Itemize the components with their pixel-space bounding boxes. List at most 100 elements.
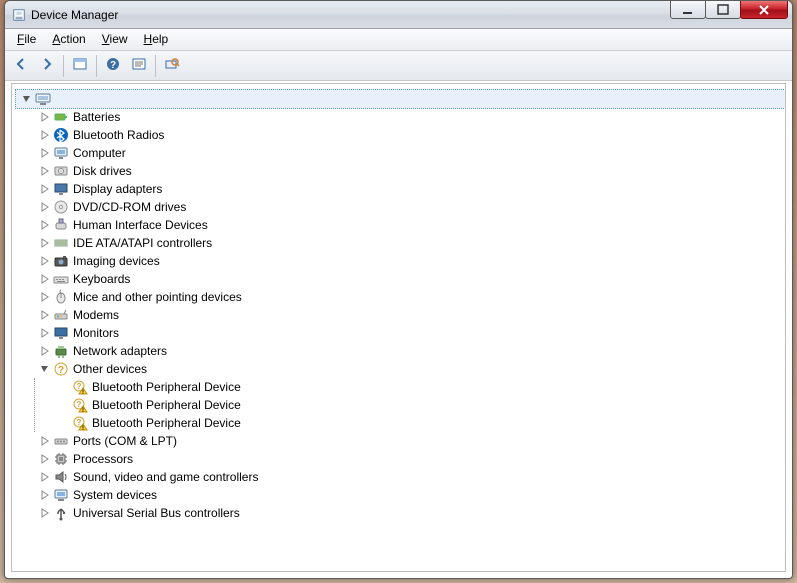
svg-text:?: ? <box>77 382 82 391</box>
tree-item-label: Network adapters <box>73 344 167 358</box>
computer-root-icon <box>35 91 51 107</box>
tree-expander[interactable] <box>38 112 52 122</box>
tree-expander[interactable] <box>38 166 52 176</box>
hid-icon <box>53 217 69 233</box>
tree-item[interactable]: Computer <box>34 144 785 162</box>
tree-item[interactable] <box>16 90 785 108</box>
tree-item-label: Ports (COM & LPT) <box>73 434 177 448</box>
tree-expander[interactable] <box>38 346 52 356</box>
menu-file[interactable]: File <box>9 29 44 50</box>
imaging-icon <box>53 253 69 269</box>
tree-category-imaging: Imaging devices <box>34 252 785 270</box>
tree-item[interactable]: System devices <box>34 486 785 504</box>
tree-expander[interactable] <box>38 238 52 248</box>
tree-expander[interactable] <box>38 292 52 302</box>
tree-item[interactable]: DVD/CD-ROM drives <box>34 198 785 216</box>
tree-item[interactable]: Universal Serial Bus controllers <box>34 504 785 522</box>
tree-expander[interactable] <box>38 274 52 284</box>
tree-category-ports: Ports (COM & LPT) <box>34 432 785 450</box>
tree-category-batteries: Batteries <box>34 108 785 126</box>
titlebar[interactable]: Device Manager <box>5 1 792 29</box>
close-button[interactable] <box>740 0 788 19</box>
tree-item[interactable]: Network adapters <box>34 342 785 360</box>
forward-button[interactable] <box>35 54 59 78</box>
disk-icon <box>53 163 69 179</box>
toolbar-separator <box>155 55 156 77</box>
tree-item[interactable]: IDE ATA/ATAPI controllers <box>34 234 785 252</box>
menu-help[interactable]: Help <box>136 29 177 50</box>
device-manager-window: Device Manager File Action View Help ? <box>4 0 793 579</box>
tree-expander[interactable] <box>38 310 52 320</box>
tree-item[interactable]: Sound, video and game controllers <box>34 468 785 486</box>
tree-expander[interactable] <box>38 148 52 158</box>
tree-expander[interactable] <box>38 256 52 266</box>
show-hidden-button[interactable] <box>68 54 92 78</box>
keyboard-icon <box>53 271 69 287</box>
tree-expander[interactable] <box>38 130 52 140</box>
svg-text:?: ? <box>77 400 82 409</box>
svg-text:?: ? <box>110 60 116 71</box>
tree-expander[interactable] <box>38 328 52 338</box>
svg-text:?: ? <box>58 365 64 376</box>
device-tree-panel[interactable]: Batteries Bluetooth Radios ComputerDisk dr… <box>11 83 786 572</box>
help-button[interactable]: ? <box>101 54 125 78</box>
ide-icon <box>53 235 69 251</box>
tree-item[interactable]: Keyboards <box>34 270 785 288</box>
tree-expander[interactable] <box>38 454 52 464</box>
tree-item-label: Bluetooth Radios <box>73 128 164 142</box>
tree-item[interactable]: Human Interface Devices <box>34 216 785 234</box>
tree-expander[interactable] <box>38 184 52 194</box>
arrow-right-icon <box>39 56 55 75</box>
back-button[interactable] <box>9 54 33 78</box>
tree-expander[interactable] <box>38 472 52 482</box>
tree-item[interactable]: Monitors <box>34 324 785 342</box>
tree-item[interactable]: ?!Bluetooth Peripheral Device <box>53 414 785 432</box>
tree-item[interactable]: Imaging devices <box>34 252 785 270</box>
tree-item[interactable]: Modems <box>34 306 785 324</box>
tree-item[interactable]: Bluetooth Radios <box>34 126 785 144</box>
tree-item[interactable]: Batteries <box>34 108 785 126</box>
tree-item[interactable]: Processors <box>34 450 785 468</box>
tree-item[interactable]: Display adapters <box>34 180 785 198</box>
svg-text:!: ! <box>82 426 84 431</box>
sound-icon <box>53 469 69 485</box>
tree-expander[interactable] <box>38 364 52 374</box>
menu-view[interactable]: View <box>94 29 136 50</box>
tree-expander[interactable] <box>38 220 52 230</box>
svg-text:?: ? <box>77 418 82 427</box>
menu-bar: File Action View Help <box>5 29 792 51</box>
scan-button[interactable] <box>160 54 184 78</box>
menu-action[interactable]: Action <box>44 29 93 50</box>
tree-expander[interactable] <box>38 508 52 518</box>
tree-item[interactable]: ?!Bluetooth Peripheral Device <box>53 378 785 396</box>
tree-category-system: System devices <box>34 486 785 504</box>
tree-item-label: DVD/CD-ROM drives <box>73 200 186 214</box>
tree-expander[interactable] <box>38 436 52 446</box>
device-tree: Batteries Bluetooth Radios ComputerDisk dr… <box>12 84 785 528</box>
tree-category-other: ?Other devices?!Bluetooth Peripheral Dev… <box>34 360 785 432</box>
tree-item[interactable]: Ports (COM & LPT) <box>34 432 785 450</box>
tree-item[interactable]: ? Other devices <box>34 360 785 378</box>
tree-item-label: Modems <box>73 308 119 322</box>
cpu-icon <box>53 451 69 467</box>
tree-expander[interactable] <box>38 490 52 500</box>
tree-item-label: Other devices <box>73 362 147 376</box>
tree-item-label: System devices <box>73 488 157 502</box>
tree-category-monitors: Monitors <box>34 324 785 342</box>
svg-text:!: ! <box>82 390 84 395</box>
tree-item[interactable]: Disk drives <box>34 162 785 180</box>
minimize-button[interactable] <box>670 0 706 19</box>
tree-expander[interactable] <box>38 202 52 212</box>
tree-expander[interactable] <box>20 94 34 104</box>
tree-item-label: Bluetooth Peripheral Device <box>92 398 241 412</box>
maximize-button[interactable] <box>705 0 741 19</box>
tree-item[interactable]: ?!Bluetooth Peripheral Device <box>53 396 785 414</box>
tree-item-label: Sound, video and game controllers <box>73 470 258 484</box>
properties-button[interactable] <box>127 54 151 78</box>
tree-category-network: Network adapters <box>34 342 785 360</box>
tree-item-label: Processors <box>73 452 133 466</box>
bluetooth-icon <box>53 127 69 143</box>
tree-item[interactable]: Mice and other pointing devices <box>34 288 785 306</box>
display-icon <box>53 181 69 197</box>
tree-category-disk: Disk drives <box>34 162 785 180</box>
